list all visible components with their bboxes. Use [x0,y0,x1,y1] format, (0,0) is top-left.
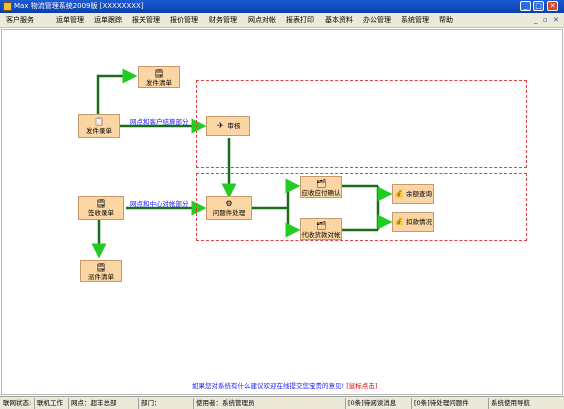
problem-icon: ⚙ [225,199,233,208]
send-list-node[interactable]: 🗒 发件清单 [138,66,180,88]
customer-settlement-label: 网点和客户结算部分 [130,118,189,126]
send-register-node[interactable]: 📋 发件录单 [78,114,120,138]
document-icon: 🗒 [96,263,107,272]
mdi-close-icon[interactable]: ✕ [553,15,559,25]
document-icon: 🗒 [154,69,165,78]
status-user: 使用者：系统管理员 [194,398,346,409]
menu-report-print[interactable]: 报表打印 [286,15,314,26]
reconcile-icon: 🗂 [316,221,327,230]
menu-bar: 客户服务 运单管理 运单跟踪 报关管理 报价管理 财务管理 网点对帐 报表打印 … [0,13,564,28]
problem-handling-node[interactable]: ⚙ 问题件处理 [206,196,252,220]
menu-office[interactable]: 办公管理 [363,15,391,26]
feedback-text: 如果您对系统有什么建议欢迎在线提交您宝贵的意见! [192,382,345,390]
close-button[interactable]: ✕ [547,1,558,11]
feedback-notice: 如果您对系统有什么建议欢迎在线提交您宝贵的意见! [鼠标点击] [192,380,377,390]
deliver-list-node[interactable]: 🗒 派件清单 [80,260,122,282]
menu-system[interactable]: 系统管理 [401,15,429,26]
status-unread-messages[interactable]: [0条]待阅读消息 [346,398,412,409]
menu-customs[interactable]: 报关管理 [132,15,160,26]
register-icon: 📋 [94,117,104,126]
menu-help[interactable]: 帮助 [439,15,453,26]
deduction-status-node[interactable]: 💰 扣款情况 [392,212,434,232]
mdi-minimize-icon[interactable]: _ [534,15,538,25]
menu-basic-data[interactable]: 基本资料 [325,15,353,26]
workflow-canvas: 网点和客户结算部分 网点和中心对帐部分 🗒 发件清单 📋 发件录单 ✈ 审核 🗒… [1,29,563,395]
receivable-confirm-node[interactable]: 🗂 应收应付确认 [300,176,342,198]
menu-quotation[interactable]: 报价管理 [170,15,198,26]
balance-query-node[interactable]: 💰 余额查询 [392,184,434,204]
menu-customer-service[interactable]: 客户服务 [6,15,34,26]
confirm-icon: 🗂 [316,179,327,188]
menu-site-reconcile[interactable]: 网点对帐 [248,15,276,26]
status-dept: 部门： [139,398,194,409]
status-site: 网点：超丰总部 [69,398,139,409]
menu-finance[interactable]: 财务管理 [209,15,237,26]
status-conn-label: 联网状态: [1,398,35,409]
menu-waybill[interactable]: 运单管理 [56,15,84,26]
maximize-button[interactable]: □ [533,1,544,11]
audit-icon: ✈ [217,121,224,130]
title-bar: Max 物流管理系统2009版 [XXXXXXXX] _ □ ✕ [0,0,564,13]
audit-node[interactable]: ✈ 审核 [206,116,250,136]
status-bar: 联网状态: 联机工作 网点：超丰总部 部门： 使用者：系统管理员 [0条]待阅读… [0,396,564,409]
status-pending-problems[interactable]: [0条]待处理问题件 [412,398,489,409]
window-title: Max 物流管理系统2009版 [XXXXXXXX] [14,2,144,10]
mdi-restore-icon[interactable]: ▫ [543,15,548,25]
minimize-button[interactable]: _ [520,1,531,11]
receipt-icon: 🗒 [96,199,107,208]
feedback-link[interactable]: [鼠标点击] [346,382,377,390]
menu-tracking[interactable]: 运单跟踪 [94,15,122,26]
money-bag-icon: 💰 [394,217,404,226]
money-bag-icon: 💰 [394,189,404,198]
app-icon [3,2,12,11]
status-conn-value: 联机工作 [35,398,69,409]
cod-reconcile-node[interactable]: 🗂 代收货款对帐 [300,218,342,240]
center-reconcile-label: 网点和中心对帐部分 [130,200,189,208]
receive-register-node[interactable]: 🗒 签收录单 [78,196,124,220]
status-system-nav[interactable]: 系统使用导航 [489,398,563,409]
